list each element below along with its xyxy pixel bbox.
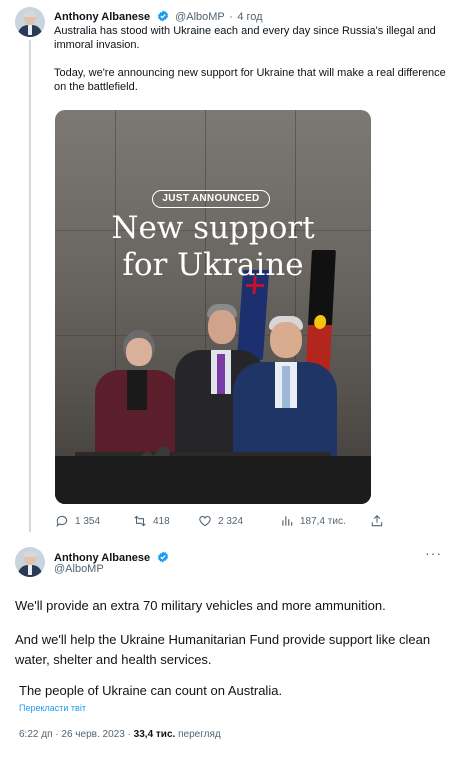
tweet-paragraph: The people of Ukraine can count on Austr… — [19, 683, 283, 698]
author-handle[interactable]: @AlboMP — [175, 11, 225, 23]
like-count: 2 324 — [218, 515, 244, 527]
just-announced-badge: JUST ANNOUNCED — [152, 190, 270, 208]
views-count: 33,4 тис. — [133, 729, 176, 740]
heart-icon — [199, 516, 211, 527]
tweet-paragraph: Today, we're announcing new support for … — [54, 67, 446, 93]
tweet-date[interactable]: 26 черв. 2023 — [61, 729, 124, 740]
translate-tweet-link[interactable]: Перекласти твіт — [19, 703, 86, 713]
headline-line: New support — [111, 210, 315, 246]
author-handle[interactable]: @AlboMP — [54, 563, 104, 575]
media-headline: New support for Ukraine — [55, 210, 371, 284]
views-count: 187,4 тис. — [300, 515, 346, 527]
tweet-paragraph: We'll provide an extra 70 military vehic… — [15, 598, 386, 613]
author-name[interactable]: Anthony Albanese — [54, 11, 150, 23]
tweet-text: Australia has stood with Ukraine each an… — [54, 24, 449, 108]
analytics-icon — [282, 516, 293, 526]
tweet-media-image[interactable]: JUST ANNOUNCED New support for Ukraine — [55, 110, 371, 504]
separator: · — [55, 729, 59, 740]
podium — [55, 456, 371, 504]
verified-badge-icon — [157, 550, 169, 568]
tweet-text: We'll provide an extra 70 military vehic… — [15, 596, 445, 670]
tweet-paragraph: Australia has stood with Ukraine each an… — [54, 25, 436, 51]
more-options-icon[interactable]: ··· — [425, 546, 442, 560]
retweet-icon — [134, 515, 146, 527]
retweet-button[interactable]: 418 — [133, 514, 170, 528]
like-button[interactable]: 2 324 — [198, 514, 243, 528]
views-label: перегляд — [178, 729, 221, 740]
tweet-time[interactable]: 6:22 дп — [19, 729, 53, 740]
separator: · — [229, 11, 233, 23]
retweet-count: 418 — [153, 515, 170, 527]
reply-icon — [56, 515, 68, 527]
tweet-time[interactable]: 4 год — [237, 11, 262, 23]
avatar[interactable] — [15, 7, 45, 37]
thread-line — [29, 40, 31, 532]
tweet-meta: 6:22 дп · 26 черв. 2023 · 33,4 тис. пере… — [19, 729, 221, 740]
separator: · — [127, 729, 131, 740]
reply-count: 1 354 — [75, 515, 101, 527]
tweet-actions: 1 354 418 2 324 187,4 тис. — [55, 514, 385, 530]
headline-line: for Ukraine — [122, 247, 304, 283]
reply-button[interactable]: 1 354 — [55, 514, 100, 528]
views-button[interactable]: 187,4 тис. — [280, 514, 346, 528]
share-button[interactable] — [370, 514, 384, 528]
tweet-paragraph: And we'll help the Ukraine Humanitarian … — [15, 632, 431, 667]
avatar[interactable] — [15, 547, 45, 577]
share-icon — [371, 515, 383, 527]
